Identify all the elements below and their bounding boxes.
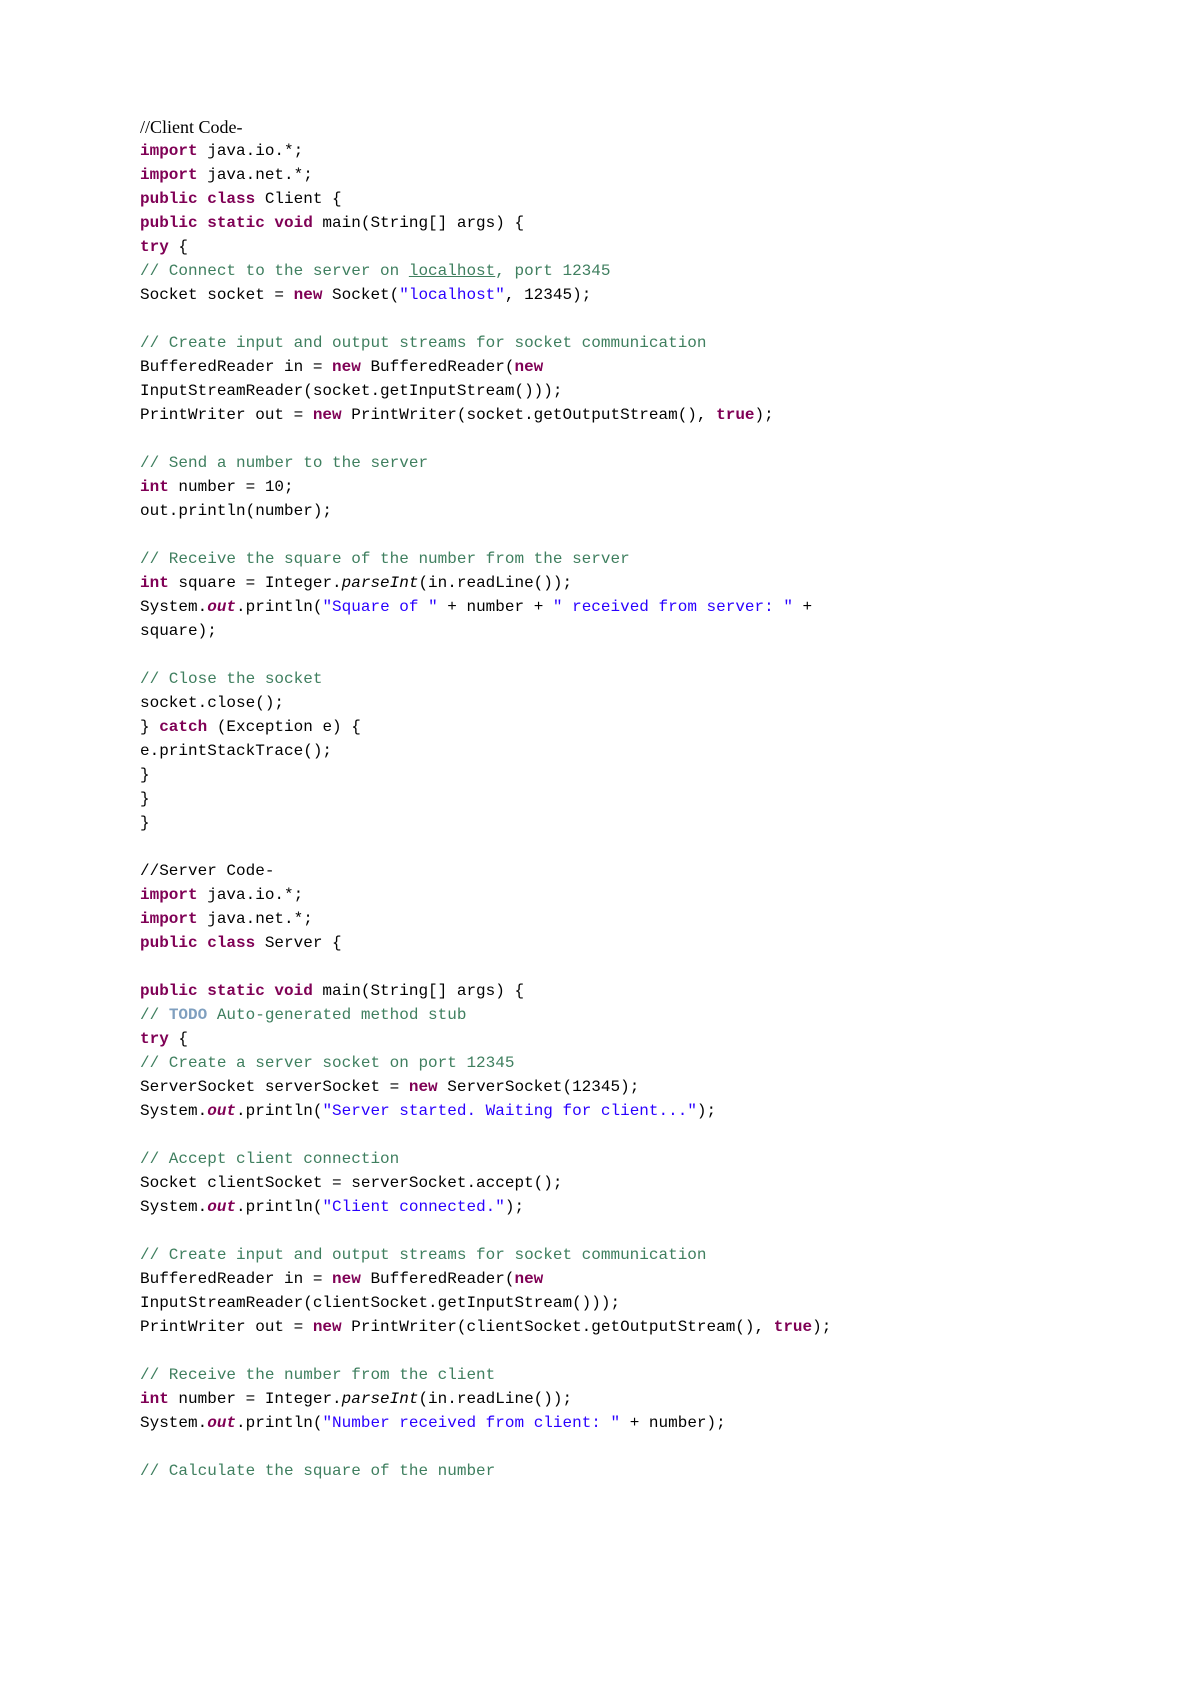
code-line: Socket socket = new Socket("localhost", … bbox=[140, 283, 1060, 307]
code-line: System.out.println("Number received from… bbox=[140, 1411, 1060, 1435]
code-line: public class Server { bbox=[140, 931, 1060, 955]
blank-line bbox=[140, 523, 1060, 547]
code-line: try { bbox=[140, 235, 1060, 259]
code-line: square); bbox=[140, 619, 1060, 643]
code-line: InputStreamReader(socket.getInputStream(… bbox=[140, 379, 1060, 403]
blank-line bbox=[140, 307, 1060, 331]
code-line: // TODO Auto-generated method stub bbox=[140, 1003, 1060, 1027]
code-line: } bbox=[140, 787, 1060, 811]
code-line: // Accept client connection bbox=[140, 1147, 1060, 1171]
code-line: } bbox=[140, 763, 1060, 787]
code-line: socket.close(); bbox=[140, 691, 1060, 715]
code-line: public static void main(String[] args) { bbox=[140, 979, 1060, 1003]
blank-line bbox=[140, 1219, 1060, 1243]
code-line: import java.net.*; bbox=[140, 163, 1060, 187]
code-line: public static void main(String[] args) { bbox=[140, 211, 1060, 235]
code-line: int number = Integer.parseInt(in.readLin… bbox=[140, 1387, 1060, 1411]
code-line: // Receive the number from the client bbox=[140, 1363, 1060, 1387]
code-line: import java.io.*; bbox=[140, 139, 1060, 163]
code-line: // Connect to the server on localhost, p… bbox=[140, 259, 1060, 283]
code-line: System.out.println("Square of " + number… bbox=[140, 595, 1060, 619]
code-line: int square = Integer.parseInt(in.readLin… bbox=[140, 571, 1060, 595]
code-line: out.println(number); bbox=[140, 499, 1060, 523]
code-line: import java.net.*; bbox=[140, 907, 1060, 931]
code-line: } catch (Exception e) { bbox=[140, 715, 1060, 739]
code-line: InputStreamReader(clientSocket.getInputS… bbox=[140, 1291, 1060, 1315]
code-line: BufferedReader in = new BufferedReader(n… bbox=[140, 1267, 1060, 1291]
blank-line bbox=[140, 1123, 1060, 1147]
code-line: public class Client { bbox=[140, 187, 1060, 211]
blank-line bbox=[140, 1435, 1060, 1459]
code-line: import java.io.*; bbox=[140, 883, 1060, 907]
blank-line bbox=[140, 835, 1060, 859]
code-line: PrintWriter out = new PrintWriter(socket… bbox=[140, 403, 1060, 427]
blank-line bbox=[140, 955, 1060, 979]
blank-line bbox=[140, 427, 1060, 451]
code-line: ServerSocket serverSocket = new ServerSo… bbox=[140, 1075, 1060, 1099]
code-document: //Client Code- import java.io.*; import … bbox=[0, 0, 1200, 1698]
code-line: e.printStackTrace(); bbox=[140, 739, 1060, 763]
code-line: System.out.println("Client connected."); bbox=[140, 1195, 1060, 1219]
code-line: // Calculate the square of the number bbox=[140, 1459, 1060, 1483]
code-line: // Receive the square of the number from… bbox=[140, 547, 1060, 571]
blank-line bbox=[140, 643, 1060, 667]
code-line: try { bbox=[140, 1027, 1060, 1051]
code-line: // Create input and output streams for s… bbox=[140, 331, 1060, 355]
section-title-server: //Server Code- bbox=[140, 859, 1060, 883]
code-line: PrintWriter out = new PrintWriter(client… bbox=[140, 1315, 1060, 1339]
code-line: int number = 10; bbox=[140, 475, 1060, 499]
code-line: // Close the socket bbox=[140, 667, 1060, 691]
code-line: Socket clientSocket = serverSocket.accep… bbox=[140, 1171, 1060, 1195]
code-line: // Send a number to the server bbox=[140, 451, 1060, 475]
code-line: System.out.println("Server started. Wait… bbox=[140, 1099, 1060, 1123]
code-line: } bbox=[140, 811, 1060, 835]
blank-line bbox=[140, 1339, 1060, 1363]
code-line: // Create input and output streams for s… bbox=[140, 1243, 1060, 1267]
code-line: // Create a server socket on port 12345 bbox=[140, 1051, 1060, 1075]
code-line: BufferedReader in = new BufferedReader(n… bbox=[140, 355, 1060, 379]
section-title-client: //Client Code- bbox=[140, 115, 1060, 139]
